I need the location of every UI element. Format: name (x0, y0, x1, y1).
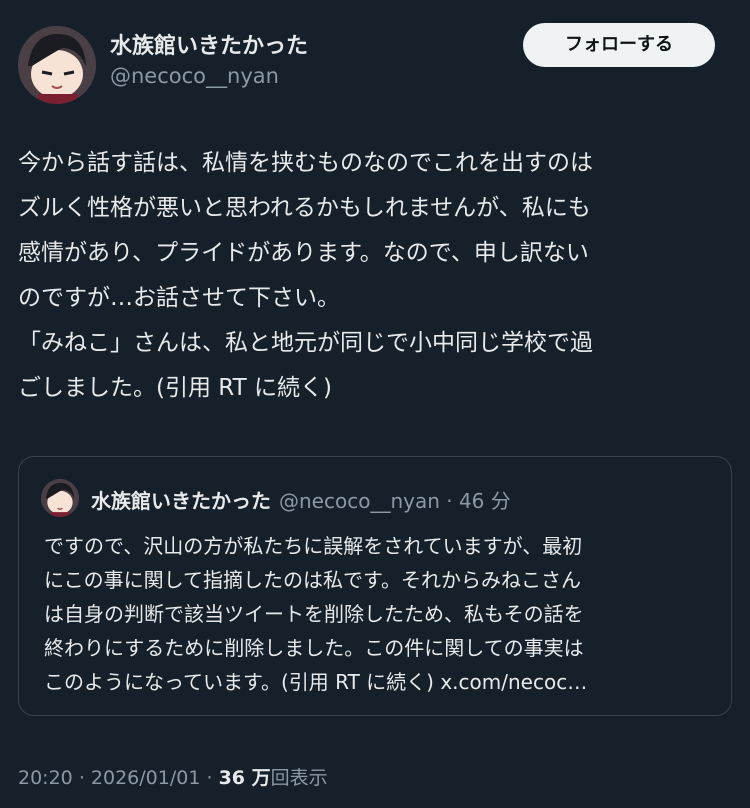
follow-button[interactable]: フォローする (523, 23, 715, 67)
footer-separator: · (206, 767, 213, 789)
quote-author-avatar (41, 479, 79, 517)
quote-header: 水族館いきたかった @necoco__nyan · 46 分 (91, 485, 511, 514)
tweet-line: 今から話す話は、私情を挟むものなのでこれを出すのは (18, 150, 593, 176)
tweet-line: 感情があり、プライドがあります。なので、申し訳ない (18, 240, 589, 266)
tweet-text: 今から話す話は、私情を挟むものなのでこれを出すのは ズルく性格が悪いと思われるか… (18, 141, 734, 411)
tweet-time[interactable]: 20:20 (18, 767, 73, 789)
quote-line: 終わりにするために削除しました。この件に関しての事実は (44, 636, 584, 660)
view-count-label: 回表示 (270, 767, 328, 789)
tweet-line: ズルく性格が悪いと思われるかもしれませんが、私にも (18, 195, 591, 221)
footer-separator: · (78, 767, 85, 789)
tweet-line: 「みねこ」さんは、私と地元が同じで小中同じ学校で過 (18, 330, 593, 356)
quote-meta: @necoco__nyan · 46 分 (279, 489, 511, 513)
quote-line: は自身の判断で該当ツイートを削除したため、私もその話を (44, 602, 584, 626)
avatar-illustration (41, 479, 79, 517)
author-avatar[interactable] (18, 26, 96, 104)
quote-line: にこの事に関して指摘したのは私です。それからみねこさん (44, 568, 581, 592)
quote-tweet-card[interactable]: 水族館いきたかった @necoco__nyan · 46 分 ですので、沢山の方が… (18, 456, 732, 716)
quote-text: ですので、沢山の方が私たちに誤解をされていますが、最初 にこの事に関して指摘した… (44, 529, 714, 699)
tweet-line: のですが…お話させて下さい。 (18, 285, 340, 311)
author-name[interactable]: 水族館いきたかった (110, 28, 308, 60)
tweet-footer: 20:20 · 2026/01/01 · 36 万回表示 (18, 763, 328, 790)
tweet-date[interactable]: 2026/01/01 (91, 767, 201, 789)
quote-line: このようになっています。(引用 RT に続く) x.com/necoc… (44, 670, 588, 694)
avatar-illustration (18, 26, 96, 104)
view-count: 36 万 (218, 767, 271, 789)
quote-author-name: 水族館いきたかった (91, 489, 271, 513)
author-handle[interactable]: @necoco__nyan (110, 64, 279, 88)
quote-line: ですので、沢山の方が私たちに誤解をされていますが、最初 (44, 534, 583, 558)
tweet-line: ごしました。(引用 RT に続く) (18, 375, 332, 401)
